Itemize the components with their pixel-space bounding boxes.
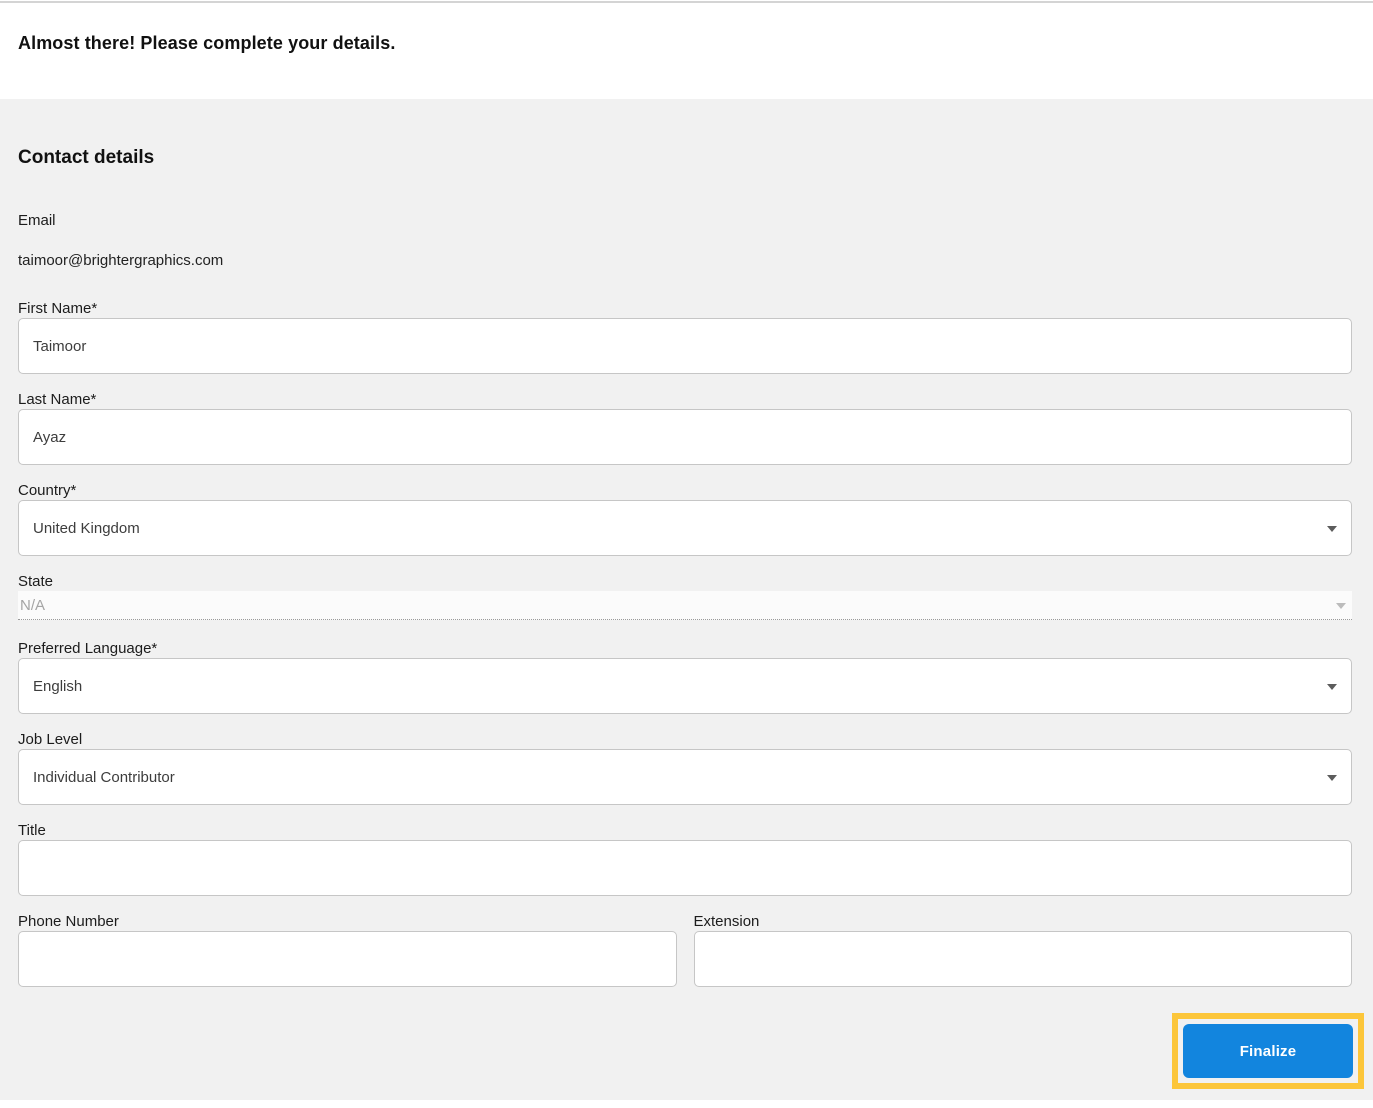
contact-details-panel: Contact details Email taimoor@brightergr…: [0, 99, 1373, 1100]
chevron-down-icon: [1336, 603, 1346, 609]
phone-label: Phone Number: [18, 913, 119, 930]
state-label: State: [18, 573, 54, 590]
first-name-input[interactable]: [18, 318, 1352, 374]
click-highlight-annotation: Finalize: [1172, 1013, 1364, 1089]
job-level-label: Job Level: [18, 731, 83, 748]
job-level-select[interactable]: Individual Contributor: [18, 749, 1352, 805]
section-heading: Contact details: [18, 147, 155, 168]
phone-input[interactable]: [18, 931, 677, 987]
job-level-selected-value: Individual Contributor: [33, 768, 175, 786]
country-group: Country* United Kingdom: [18, 482, 1352, 556]
page-title: Almost there! Please complete your detai…: [18, 33, 396, 53]
job-level-group: Job Level Individual Contributor: [18, 731, 1352, 805]
chevron-down-icon: [1327, 775, 1337, 781]
phone-group: Phone Number: [18, 913, 677, 987]
finalize-button[interactable]: Finalize: [1183, 1024, 1353, 1078]
email-label: Email: [18, 212, 56, 229]
country-select[interactable]: United Kingdom: [18, 500, 1352, 556]
preferred-language-selected-value: English: [33, 677, 83, 695]
preferred-language-group: Preferred Language* English: [18, 640, 1352, 714]
first-name-group: First Name*: [18, 300, 1352, 374]
title-label: Title: [18, 822, 46, 839]
chevron-down-icon: [1327, 526, 1337, 532]
country-selected-value: United Kingdom: [33, 519, 140, 537]
extension-label: Extension: [693, 913, 760, 930]
chevron-down-icon: [1327, 684, 1337, 690]
title-group: Title: [18, 822, 1352, 896]
state-selected-value: N/A: [20, 596, 46, 614]
first-name-label: First Name*: [18, 300, 98, 317]
page-header: Almost there! Please complete your detai…: [0, 3, 1373, 99]
state-select-disabled: N/A: [18, 591, 1352, 620]
preferred-language-label: Preferred Language*: [18, 640, 158, 657]
title-input[interactable]: [18, 840, 1352, 896]
finalize-row: Finalize: [18, 1013, 1364, 1089]
state-group: State N/A: [18, 573, 1352, 620]
email-value: taimoor@brightergraphics.com: [18, 252, 224, 269]
phone-extension-row: Phone Number Extension: [18, 913, 1352, 987]
bottom-strip: [0, 1100, 1373, 1108]
country-label: Country*: [18, 482, 77, 499]
preferred-language-select[interactable]: English: [18, 658, 1352, 714]
last-name-label: Last Name*: [18, 391, 97, 408]
last-name-input[interactable]: [18, 409, 1352, 465]
extension-group: Extension: [693, 913, 1352, 987]
extension-input[interactable]: [693, 931, 1352, 987]
last-name-group: Last Name*: [18, 391, 1352, 465]
